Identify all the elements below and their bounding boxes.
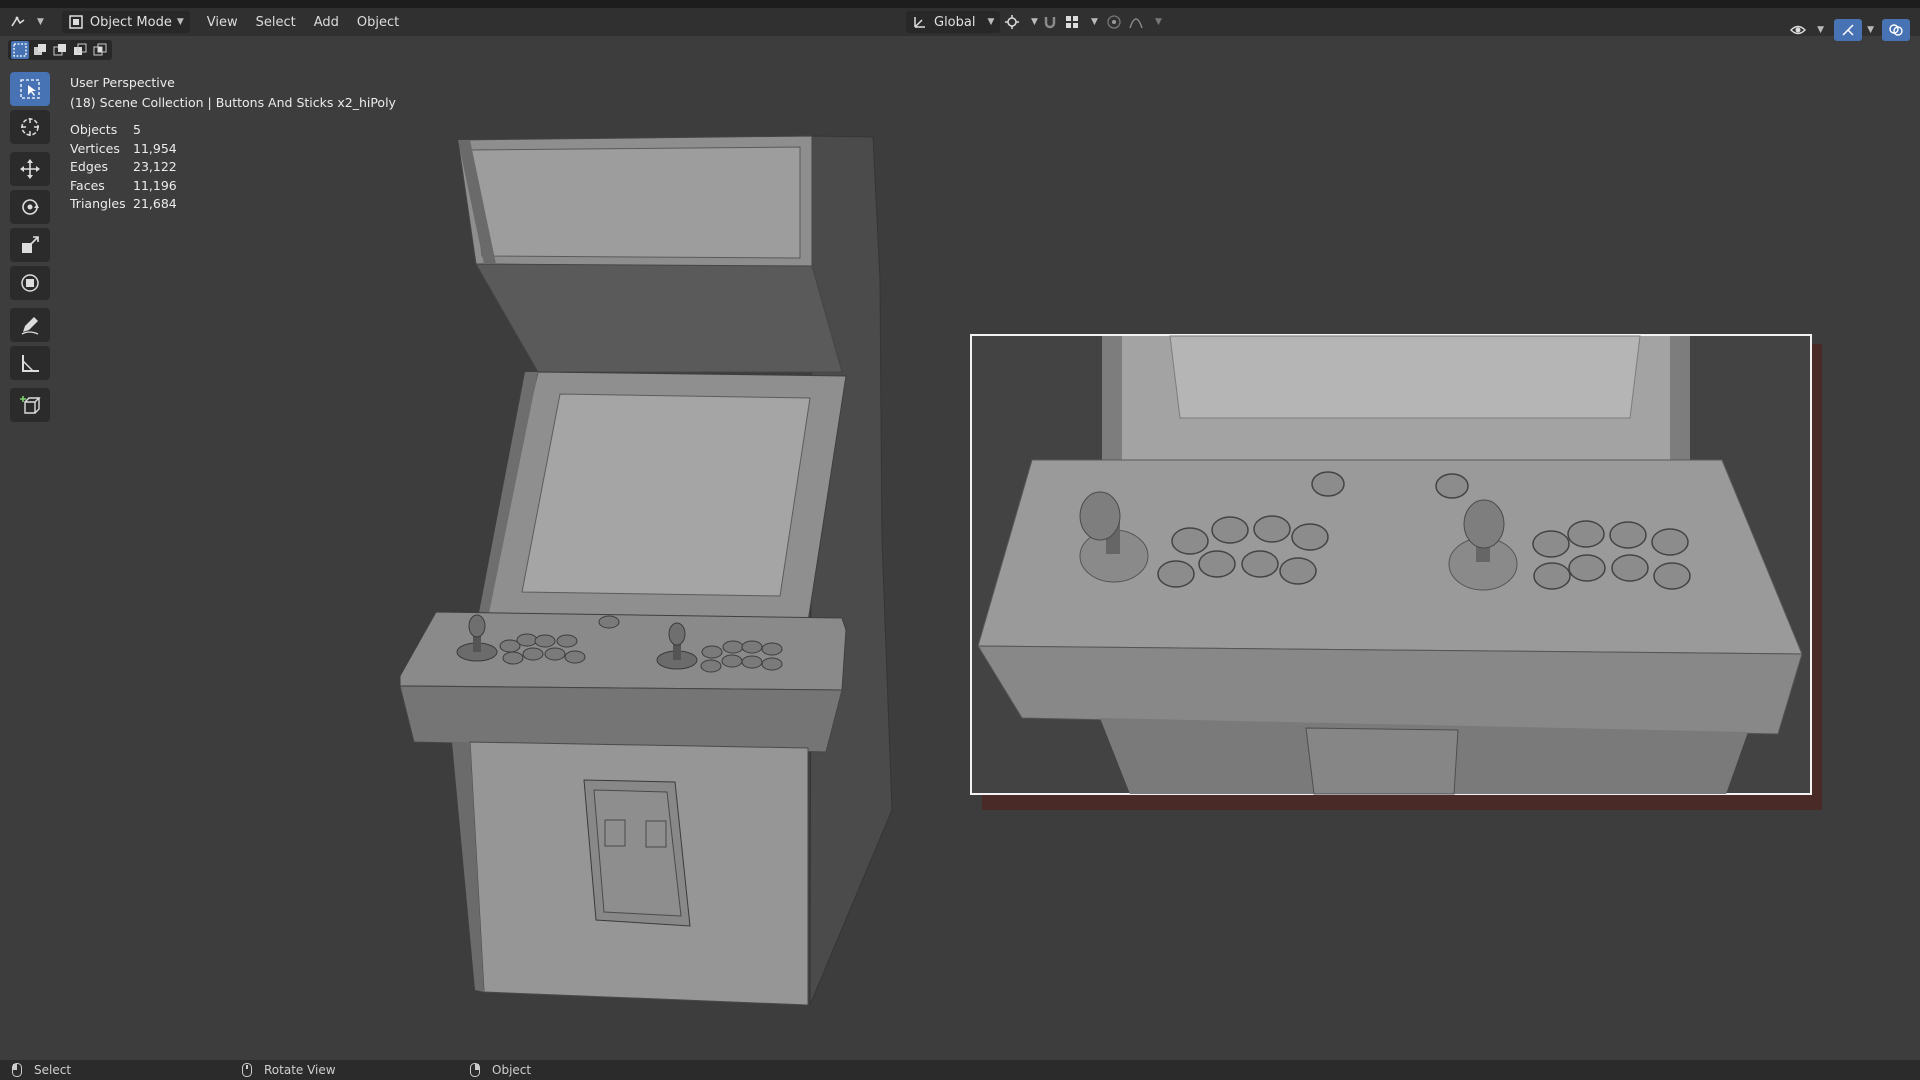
- status-label: Object: [492, 1063, 532, 1077]
- stat-row-edges: Edges 23,122: [70, 159, 177, 178]
- stat-value: 21,684: [133, 196, 177, 211]
- stat-row-faces: Faces 11,196: [70, 178, 177, 197]
- mouse-middle-icon: [242, 1063, 252, 1077]
- stat-row-objects: Objects 5: [70, 122, 177, 141]
- joystick-ball-right: [668, 622, 686, 646]
- cabinet-top-bevel: [475, 263, 843, 373]
- joystick-ball-left: [468, 614, 486, 638]
- mouse-right-icon: [470, 1063, 480, 1077]
- stat-value: 23,122: [133, 159, 177, 174]
- viewport-info-overlay: User Perspective (18) Scene Collection |…: [70, 73, 396, 113]
- status-label: Select: [34, 1063, 72, 1077]
- status-hint-object: Object: [470, 1063, 531, 1077]
- view-name: User Perspective: [70, 75, 175, 90]
- stat-value: 11,954: [133, 140, 177, 156]
- closeup-reference-image: [970, 334, 1822, 810]
- stat-label: Objects: [70, 122, 118, 137]
- stat-value: 11,196: [133, 177, 177, 193]
- inset-screen: [1169, 335, 1641, 419]
- cabinet-side-panel: [809, 135, 893, 1006]
- collection-line: (18) Scene Collection | Buttons And Stic…: [70, 95, 396, 110]
- inset-joystick-ball-right: [1463, 499, 1505, 549]
- stat-value: 5: [133, 122, 141, 137]
- inset-post-left: [1102, 336, 1122, 474]
- stat-label: Edges: [70, 159, 108, 174]
- status-hint-rotate: Rotate View: [242, 1063, 336, 1077]
- inset-coin-door: [1305, 727, 1459, 795]
- marquee-panel: [469, 146, 801, 259]
- mouse-left-icon: [12, 1063, 22, 1077]
- stat-row-vertices: Vertices 11,954: [70, 141, 177, 160]
- status-label: Rotate View: [264, 1063, 336, 1077]
- coin-door-inner: [593, 789, 682, 917]
- status-hint-select: Select: [12, 1063, 71, 1077]
- stat-label: Faces: [70, 177, 105, 193]
- stat-row-triangles: Triangles 21,684: [70, 196, 177, 215]
- inset-joystick-ball-left: [1079, 491, 1121, 541]
- inset-post-right: [1670, 336, 1690, 474]
- stat-label: Triangles: [70, 196, 126, 211]
- status-bar: Select Rotate View Object: [0, 1060, 1920, 1080]
- statistics-overlay: Objects 5 Vertices 11,954 Edges 23,122 Face…: [70, 122, 177, 215]
- stat-label: Vertices: [70, 140, 120, 156]
- monitor-screen: [521, 393, 811, 597]
